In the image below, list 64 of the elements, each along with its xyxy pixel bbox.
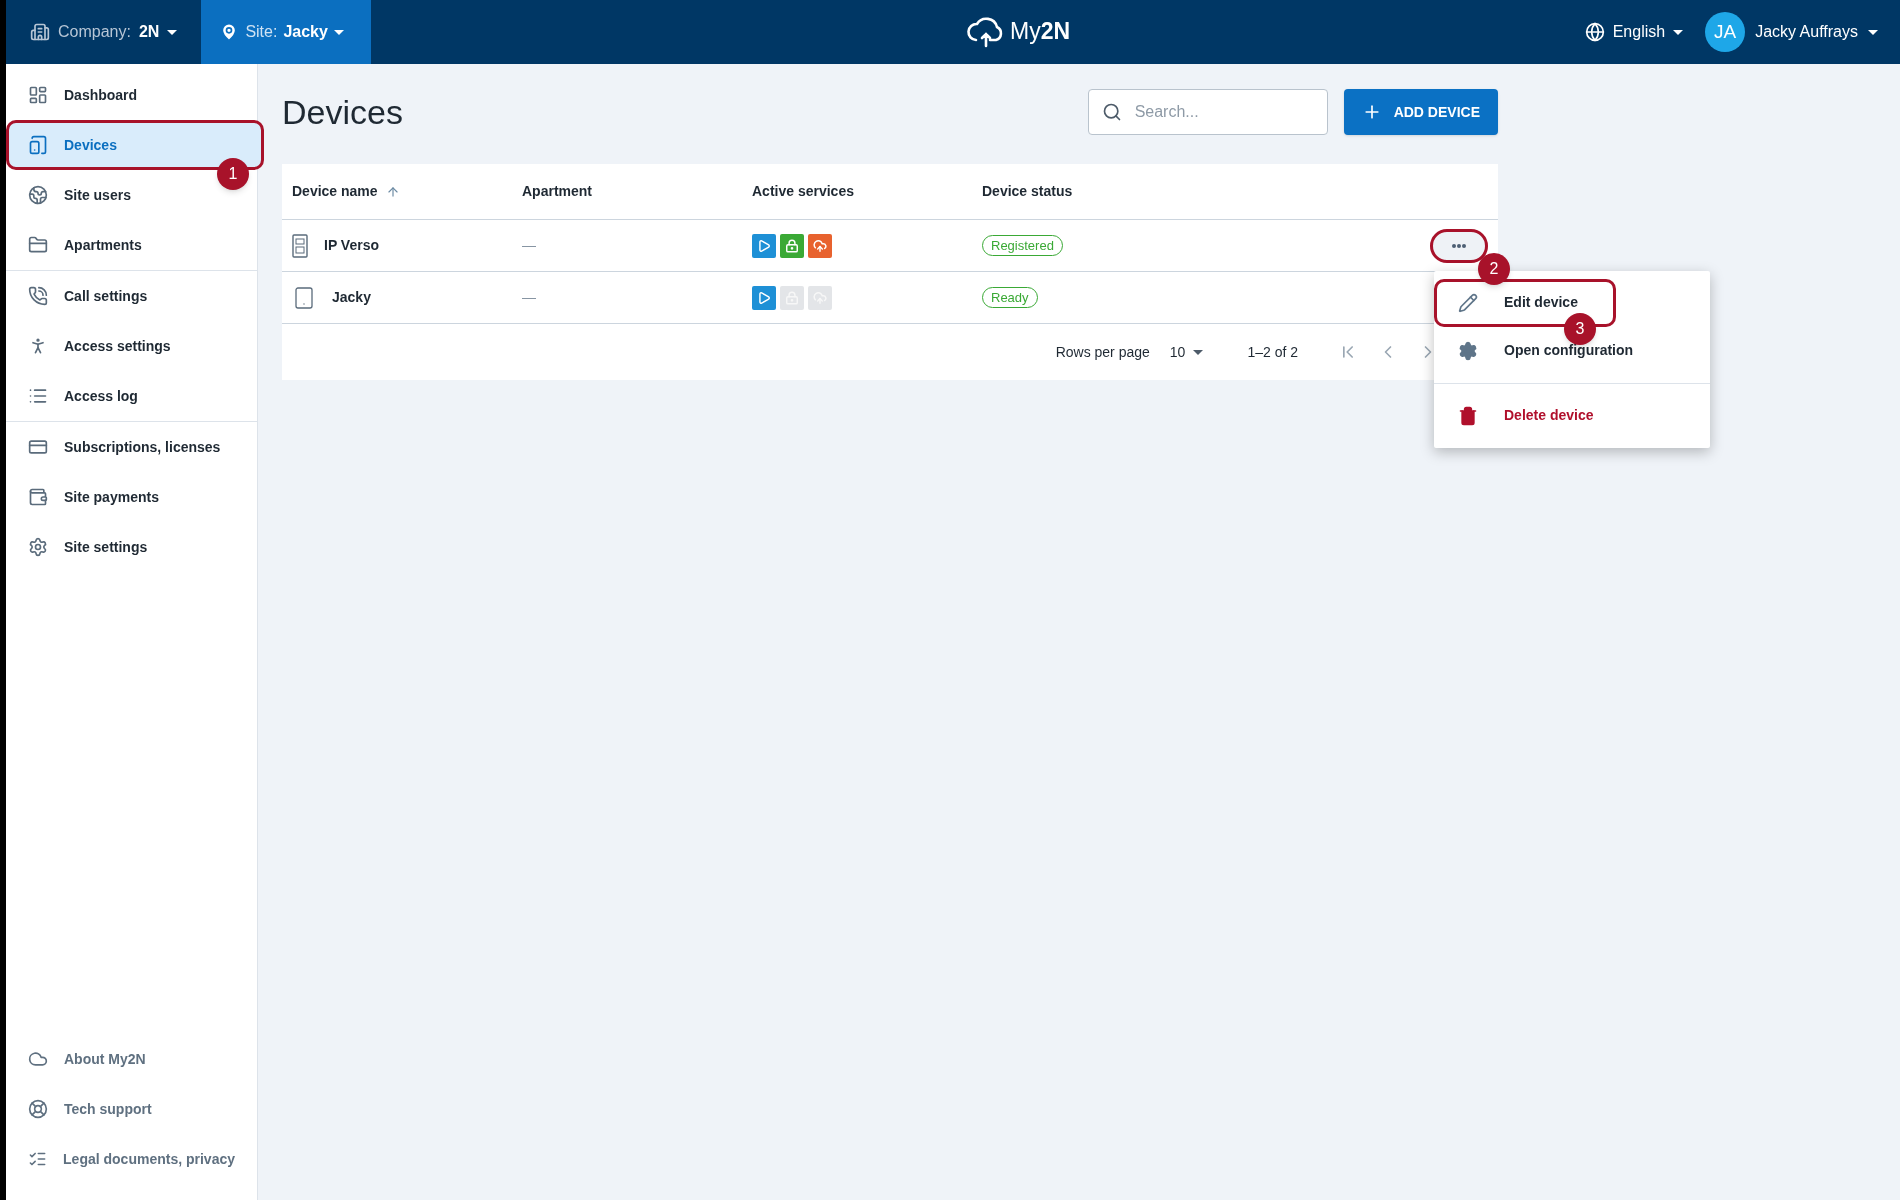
user-name: Jacky Auffrays <box>1755 22 1858 42</box>
logo-text: My2N <box>1010 17 1071 46</box>
sidebar-item[interactable]: Access settings <box>6 321 257 371</box>
globe-icon <box>1584 22 1605 42</box>
page-range: 1–2 of 2 <box>1247 342 1298 362</box>
intercom-icon <box>292 233 308 258</box>
sidebar-footer-link[interactable]: About My2N <box>6 1034 257 1084</box>
company-name: 2N <box>138 22 160 42</box>
sidebar-item[interactable]: Site settings <box>6 522 257 572</box>
site-label: Site: <box>245 22 278 42</box>
globe-icon <box>28 185 48 205</box>
credit-card-icon <box>28 437 48 457</box>
tablet-phone-icon <box>292 285 316 310</box>
page-title: Devices <box>282 91 403 133</box>
sidebar-item[interactable]: Access log <box>6 371 257 421</box>
site-name: Jacky <box>283 22 328 42</box>
device-name: Jacky <box>332 288 371 307</box>
trash-icon <box>1458 405 1478 426</box>
column-header[interactable]: Device status <box>972 181 1202 202</box>
column-header[interactable]: Active services <box>742 181 972 202</box>
search-field[interactable]: Search... <box>1087 89 1328 135</box>
rows-per-page-select[interactable]: 10 <box>1169 341 1204 363</box>
apartment-cell: — <box>522 237 536 253</box>
folder-icon <box>28 235 48 255</box>
column-header[interactable]: Device name <box>282 181 512 202</box>
sidebar-item[interactable]: Call settings <box>6 271 257 321</box>
caret-icon <box>1193 349 1204 355</box>
pencil-icon <box>1458 292 1478 313</box>
dashboard-icon <box>28 85 48 105</box>
device-name: IP Verso <box>324 236 379 255</box>
lifebuoy-icon <box>28 1099 48 1119</box>
rows-per-page-label: Rows per page <box>1055 342 1150 362</box>
cloud-icon <box>28 1049 48 1069</box>
company-label: Company: <box>58 22 131 42</box>
wallet-icon <box>28 487 48 507</box>
apartment-cell: — <box>522 289 536 305</box>
sidebar-item[interactable]: Apartments <box>6 220 257 270</box>
caret-icon <box>333 29 344 35</box>
callout-number: 2 <box>1478 252 1510 285</box>
menu-item[interactable]: Delete device <box>1434 391 1710 440</box>
phone-icon <box>28 286 48 306</box>
sidebar-item[interactable]: Dashboard <box>6 70 257 120</box>
devices-icon <box>28 135 48 155</box>
more-button[interactable] <box>1430 228 1488 263</box>
sidebar-footer-link[interactable]: Legal documents, privacy <box>6 1134 257 1184</box>
sidebar-item[interactable]: Subscriptions, licenses <box>6 422 257 472</box>
callout-number: 3 <box>1564 312 1596 345</box>
building-icon <box>30 22 50 42</box>
avatar: JA <box>1705 12 1746 52</box>
caret-icon <box>167 29 178 35</box>
company-selector[interactable]: Company: 2N <box>6 0 202 64</box>
column-header[interactable]: Apartment <box>512 181 742 202</box>
language-selector[interactable]: English <box>1584 20 1684 44</box>
caret-icon <box>1868 29 1878 35</box>
user-menu[interactable]: JA Jacky Auffrays <box>1705 12 1878 52</box>
site-selector[interactable]: Site: Jacky <box>201 0 372 64</box>
more-icon <box>1452 243 1466 248</box>
list-icon <box>28 386 48 406</box>
caret-icon <box>1673 29 1684 35</box>
sidebar-footer-link[interactable]: Tech support <box>6 1084 257 1134</box>
add-device-button[interactable]: ADD DEVICE <box>1343 89 1498 135</box>
search-icon <box>1101 102 1122 122</box>
sidebar-item[interactable]: Site payments <box>6 472 257 522</box>
callout-number: 1 <box>217 158 249 190</box>
